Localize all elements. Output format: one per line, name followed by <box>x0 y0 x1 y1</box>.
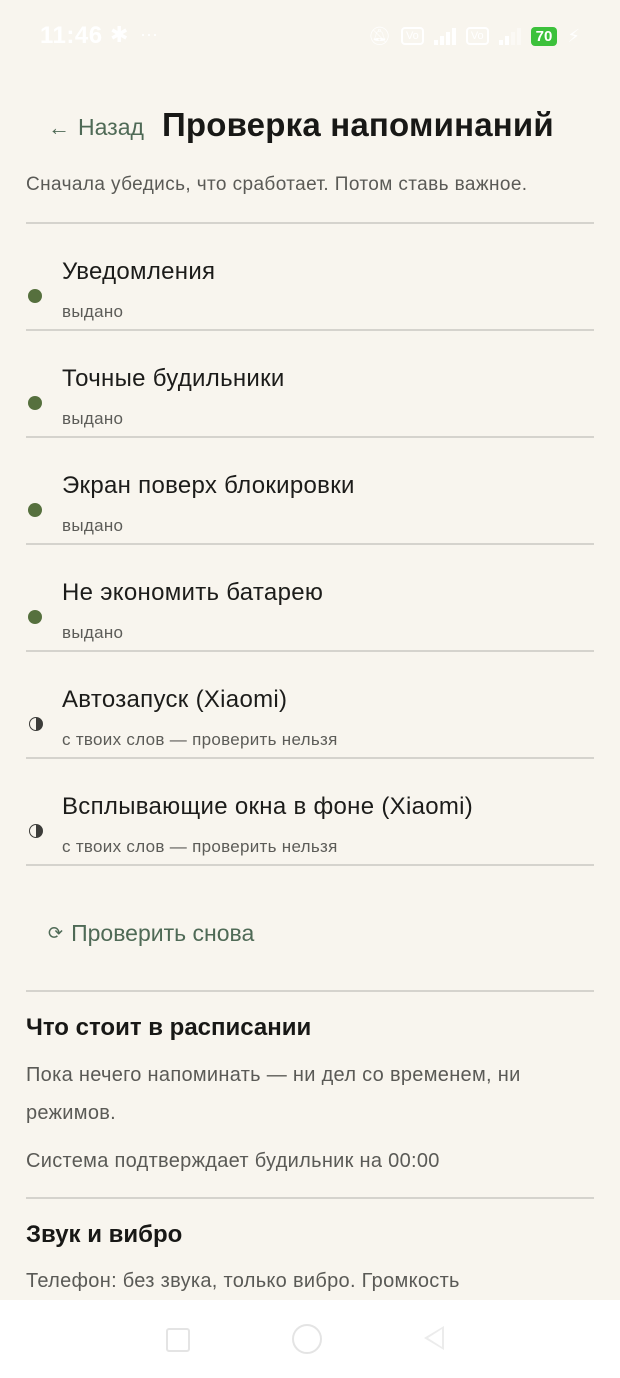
permission-state: с твоих слов — проверить нельзя <box>62 730 338 749</box>
navigation-bar <box>0 1300 620 1378</box>
sound-section-title: Звук и вибро <box>26 1221 183 1248</box>
refresh-icon: ⟳ <box>48 923 64 943</box>
permission-title: Уведомления <box>62 258 216 285</box>
home-icon[interactable] <box>292 1324 322 1354</box>
permission-row-background-popups[interactable]: Всплывающие окна в фоне (Xiaomi) с твоих… <box>26 759 594 866</box>
recent-apps-icon[interactable] <box>166 1328 190 1352</box>
back-button[interactable]: ← Назад <box>48 114 144 141</box>
permission-state: выдано <box>62 302 124 321</box>
permission-state: выдано <box>62 409 124 428</box>
signal-icon-2 <box>498 27 521 45</box>
permission-title: Не экономить батарею <box>62 579 324 606</box>
volte-icon: Vo <box>400 27 424 45</box>
more-notifications-icon: ··· <box>140 24 158 44</box>
divider <box>26 1197 594 1199</box>
divider <box>26 990 594 992</box>
permission-row-battery[interactable]: Не экономить батарею выдано <box>26 545 594 652</box>
permission-row-autostart[interactable]: Автозапуск (Xiaomi) с твоих слов — прове… <box>26 652 594 759</box>
permission-title: Экран поверх блокировки <box>62 472 355 499</box>
permission-title: Автозапуск (Xiaomi) <box>62 686 288 713</box>
permission-state: выдано <box>62 623 124 642</box>
granted-dot-icon <box>28 610 42 624</box>
sound-text: Телефон: без звука, только вибро. Громко… <box>26 1270 460 1292</box>
granted-dot-icon <box>28 289 42 303</box>
volte-icon-2: Vo <box>465 27 489 45</box>
permission-state: выдано <box>62 516 124 535</box>
back-label: Назад <box>78 114 144 140</box>
half-circle-icon <box>29 824 43 838</box>
signal-icon <box>433 27 456 45</box>
charging-icon: ⚡︎ <box>567 25 580 46</box>
recheck-button[interactable]: ⟳ Проверить снова <box>48 920 254 947</box>
permission-row-notifications[interactable]: Уведомления выдано <box>26 224 594 331</box>
granted-dot-icon <box>28 396 42 410</box>
permission-title: Всплывающие окна в фоне (Xiaomi) <box>62 793 474 820</box>
permission-row-exact-alarms[interactable]: Точные будильники выдано <box>26 331 594 438</box>
permission-title: Точные будильники <box>62 365 285 392</box>
status-bar: 11:46 ✱ ··· 🔕︎ Vo Vo 70 ⚡︎ <box>0 0 620 72</box>
half-circle-icon <box>29 717 43 731</box>
granted-dot-icon <box>28 503 42 517</box>
back-triangle-inner <box>428 1329 442 1347</box>
schedule-empty-text: Пока нечего напоминать — ни дел со време… <box>26 1064 521 1124</box>
recheck-label: Проверить снова <box>71 920 255 946</box>
page-subtitle: Сначала убедись, что сработает. Потом ст… <box>26 174 528 195</box>
permission-row-lockscreen[interactable]: Экран поверх блокировки выдано <box>26 438 594 545</box>
battery-icon: 70 <box>530 26 558 46</box>
status-icons: 🔕︎ Vo Vo 70 ⚡︎ <box>368 22 580 50</box>
page-title: Проверка напоминаний <box>162 106 554 143</box>
schedule-section-title: Что стоит в расписании <box>26 1014 312 1041</box>
arrow-left-icon: ← <box>48 114 70 140</box>
permission-list: Уведомления выдано Точные будильники выд… <box>26 224 594 866</box>
mute-icon: 🔕︎ <box>368 25 391 46</box>
status-time: 11:46 <box>40 22 103 49</box>
schedule-alarm-text: Система подтверждает будильник на 00:00 <box>26 1150 440 1172</box>
notification-icon: ✱ <box>110 22 129 47</box>
permission-state: с твоих слов — проверить нельзя <box>62 837 338 856</box>
